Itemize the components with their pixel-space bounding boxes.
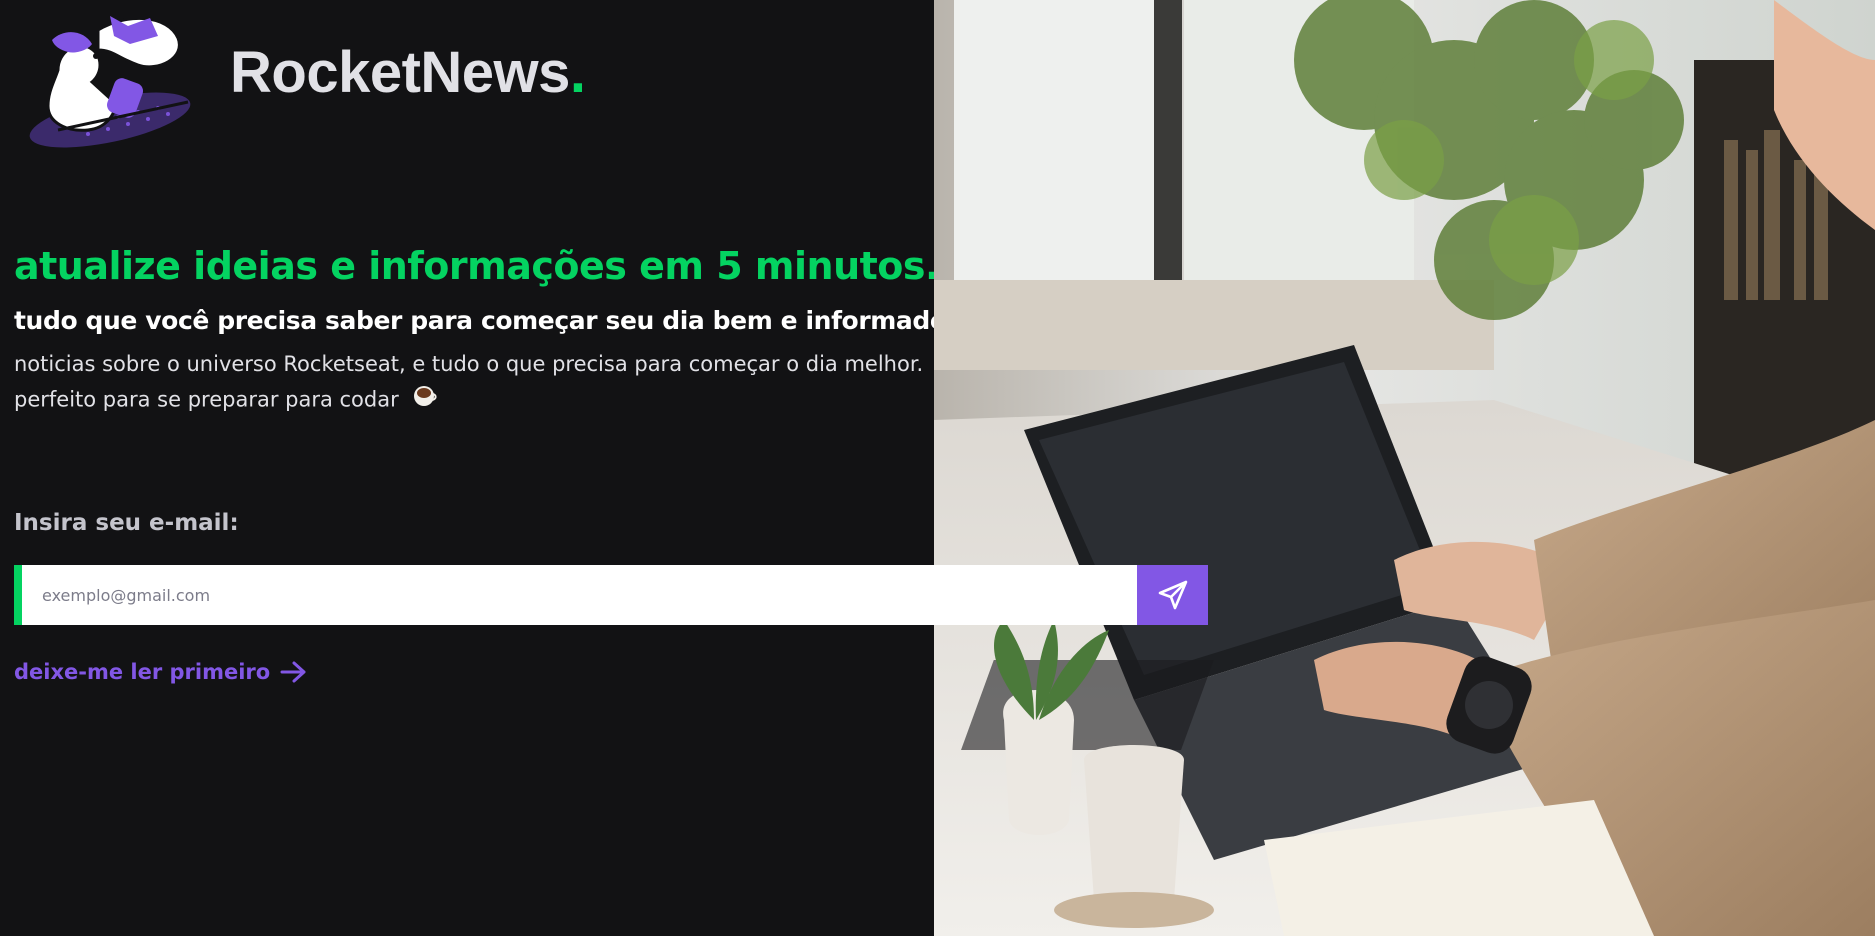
person-typing-on-laptop-photo — [934, 0, 1875, 936]
rocket-mascot-logo — [18, 10, 196, 155]
rocket-mascot-icon — [29, 16, 191, 148]
read-first-link[interactable]: deixe-me ler primeiro — [14, 660, 308, 684]
hero-subheadline: tudo que você precisa saber para começar… — [14, 306, 947, 335]
description-line-2: perfeito para se preparar para codar — [14, 382, 923, 419]
brand-dot: . — [569, 40, 586, 105]
description-line-1: noticias sobre o universo Rocketseat, e … — [14, 352, 924, 376]
send-button[interactable] — [1137, 565, 1208, 625]
hero-description: noticias sobre o universo Rocketseat, e … — [14, 347, 923, 419]
brand-wordmark: RocketNews. — [230, 44, 586, 102]
brand-name: RocketNews — [230, 40, 570, 105]
arrow-right-icon — [280, 661, 306, 683]
hero-headline: atualize ideias e informações em 5 minut… — [14, 244, 939, 288]
send-paper-plane-icon — [1158, 580, 1187, 610]
email-form — [14, 565, 1208, 625]
email-input[interactable] — [22, 565, 1137, 625]
email-label: Insira seu e-mail: — [14, 510, 239, 536]
left-panel: RocketNews. atualize ideias e informaçõe… — [0, 0, 947, 936]
hero-photo — [934, 0, 1875, 936]
description-line-2-text: perfeito para se preparar para codar — [14, 387, 399, 412]
read-first-label: deixe-me ler primeiro — [14, 660, 271, 684]
email-input-wrapper — [14, 565, 1137, 625]
coffee-cup-icon — [411, 382, 438, 419]
